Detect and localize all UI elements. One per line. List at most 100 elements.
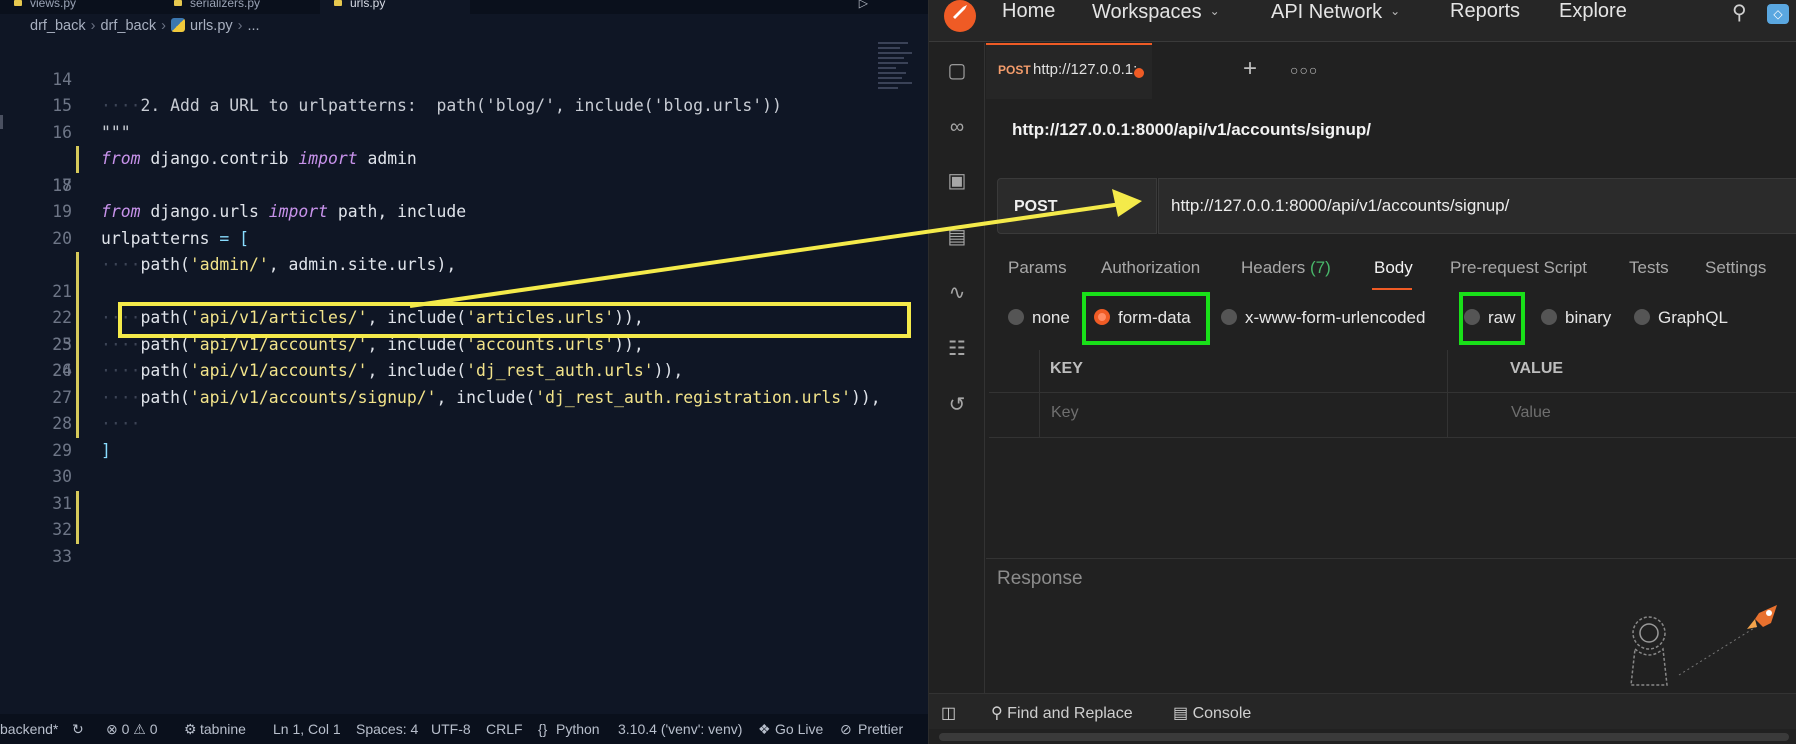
monitors-icon[interactable]: ∿: [945, 281, 969, 305]
annotation-highlight-box: [118, 302, 911, 338]
sidebar-toggle-icon[interactable]: ◫: [941, 703, 956, 723]
tab-method: POST: [998, 63, 1031, 77]
body-type-none[interactable]: none: [1008, 306, 1070, 330]
table-divider: [989, 392, 1796, 393]
tab-urls-py[interactable]: urls.py: [320, 0, 470, 14]
code-line[interactable]: 27: [0, 384, 928, 411]
body-type-graphql[interactable]: GraphQL: [1634, 306, 1728, 330]
radio-icon: [1221, 309, 1237, 325]
code-line[interactable]: 26: [0, 358, 928, 385]
nav-explore[interactable]: Explore: [1559, 0, 1627, 24]
find-replace-button[interactable]: ⚲ Find and Replace: [991, 703, 1133, 723]
line-number: 26: [52, 361, 72, 380]
language-mode[interactable]: Python: [556, 714, 600, 744]
nav-home[interactable]: Home: [1002, 0, 1055, 24]
console-button[interactable]: ▤ Console: [1173, 703, 1251, 723]
code-line[interactable]: 33: [0, 544, 928, 571]
annotation-green-box: [1082, 292, 1210, 345]
code-line[interactable]: 31: [0, 490, 928, 517]
code-editor[interactable]: 14 ····2. Add a URL to urlpatterns: path…: [0, 40, 928, 714]
table-divider: [1039, 350, 1040, 438]
tab-params[interactable]: Params: [1008, 258, 1067, 278]
nav-api-network[interactable]: API Network ⌄: [1271, 0, 1400, 24]
prettier-status[interactable]: Prettier: [858, 714, 903, 744]
cursor-position[interactable]: Ln 1, Col 1: [273, 714, 341, 744]
flows-icon[interactable]: ☷: [945, 337, 969, 361]
nav-reports[interactable]: Reports: [1450, 0, 1520, 24]
chevron-right-icon: ›: [237, 18, 243, 34]
active-tab-indicator: [1372, 288, 1412, 290]
method-select[interactable]: POST: [997, 178, 1157, 234]
code-line[interactable]: 32: [0, 517, 928, 544]
line-endings[interactable]: CRLF: [486, 714, 523, 744]
code-line[interactable]: 29]: [0, 438, 928, 465]
code-line[interactable]: 20 ····path('admin/', admin.site.urls),: [0, 199, 928, 275]
collections-icon[interactable]: ▢: [945, 59, 969, 83]
table-divider: [989, 437, 1796, 438]
url-input[interactable]: http://127.0.0.1:8000/api/v1/accounts/si…: [1158, 178, 1796, 234]
go-live-button[interactable]: Go Live: [775, 714, 823, 744]
breadcrumb-item[interactable]: ...: [248, 18, 260, 34]
line-number: 29: [52, 440, 72, 460]
tab-body[interactable]: Body: [1374, 258, 1413, 278]
more-tabs-icon[interactable]: ○○○: [1290, 62, 1318, 78]
run-icon[interactable]: ▷: [859, 0, 868, 9]
history-icon[interactable]: ↺: [945, 393, 969, 417]
code-line[interactable]: 28 ····: [0, 411, 928, 438]
body-type-binary[interactable]: binary: [1541, 306, 1611, 330]
body-type-urlencoded[interactable]: x-www-form-urlencoded: [1221, 306, 1425, 330]
radio-icon: [1634, 309, 1650, 325]
tab-views-py[interactable]: views.py: [0, 0, 160, 14]
tab-serializers-py[interactable]: serializers.py: [160, 0, 320, 14]
broadcast-icon: ❖: [758, 721, 771, 737]
breadcrumb-item[interactable]: urls.py: [190, 18, 233, 34]
tab-authorization[interactable]: Authorization: [1101, 258, 1200, 278]
breadcrumb-item[interactable]: drf_back: [100, 18, 156, 34]
tab-headers[interactable]: Headers (7): [1241, 258, 1331, 278]
postman-logo-icon[interactable]: [944, 0, 976, 32]
git-change-marker: [76, 384, 79, 411]
tab-settings[interactable]: Settings: [1705, 258, 1766, 278]
mock-servers-icon[interactable]: ▤: [945, 225, 969, 249]
key-input[interactable]: Key: [1051, 404, 1079, 422]
new-tab-plus-icon[interactable]: +: [1243, 55, 1257, 83]
request-tab[interactable]: POST http://127.0.0.1:8000/a: [986, 43, 1152, 99]
horizontal-scrollbar[interactable]: [939, 733, 1789, 741]
code-line[interactable]: 19 urlpatterns = [: [0, 173, 928, 248]
environments-icon[interactable]: ▣: [945, 169, 969, 193]
prettier-icon: ⊘: [840, 721, 852, 737]
python-file-icon: [334, 0, 342, 6]
tab-url: http://127.0.0.1:8000/a: [1033, 61, 1137, 78]
encoding[interactable]: UTF-8: [431, 714, 471, 744]
apis-icon[interactable]: ∞: [945, 115, 969, 139]
git-change-marker: [76, 358, 79, 385]
search-icon[interactable]: ⚲: [1732, 0, 1747, 25]
python-interpreter[interactable]: 3.10.4 ('venv': venv): [618, 714, 742, 744]
line-number: 30: [52, 467, 72, 486]
workspace-badge-icon[interactable]: ◇: [1767, 4, 1789, 24]
tabnine-status[interactable]: tabnine: [200, 714, 246, 744]
line-number: 27: [52, 387, 72, 407]
problems-count[interactable]: ⊗ 0 ⚠ 0: [106, 714, 158, 744]
code-line[interactable]: 22 ····path('api/v1/accounts/', include(…: [0, 252, 928, 354]
python-file-icon: [14, 0, 22, 6]
git-change-marker: [76, 490, 79, 517]
code-line[interactable]: 16 from django.contrib import admin: [0, 93, 928, 169]
url-bar: POST http://127.0.0.1:8000/api/v1/accoun…: [997, 178, 1796, 234]
sync-icon[interactable]: ↻: [72, 714, 84, 744]
value-input[interactable]: Value: [1511, 404, 1551, 422]
request-title[interactable]: http://127.0.0.1:8000/api/v1/accounts/si…: [1012, 120, 1371, 140]
nav-workspaces[interactable]: Workspaces ⌄: [1092, 0, 1220, 24]
code-line[interactable]: 14 ····2. Add a URL to urlpatterns: path…: [0, 40, 928, 116]
breadcrumb-item[interactable]: drf_back: [30, 18, 86, 34]
code-line[interactable]: 18: [0, 146, 928, 195]
code-line[interactable]: 30: [0, 464, 928, 491]
tab-tests[interactable]: Tests: [1629, 258, 1669, 278]
code-line[interactable]: 15 """: [0, 67, 928, 142]
git-branch[interactable]: backend*: [0, 714, 58, 744]
code-line[interactable]: 21 ····path('api/v1/articles/', include(…: [0, 226, 928, 327]
code-line[interactable]: 17 from django.urls import path, include: [0, 120, 928, 221]
tab-prerequest-script[interactable]: Pre-request Script: [1450, 258, 1587, 278]
indent-setting[interactable]: Spaces: 4: [356, 714, 418, 744]
line-number: 25: [52, 334, 72, 354]
